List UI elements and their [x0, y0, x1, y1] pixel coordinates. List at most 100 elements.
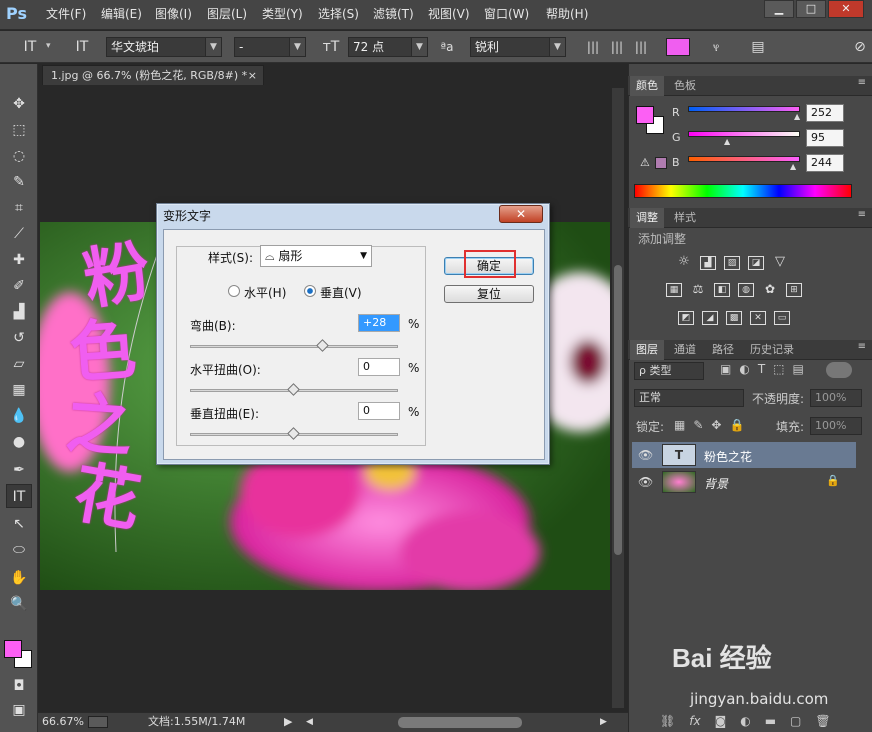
- tab-color[interactable]: 颜色: [630, 76, 664, 96]
- horizontal-radio[interactable]: [228, 285, 240, 297]
- g-slider[interactable]: [688, 131, 800, 137]
- layer-row-background[interactable]: 👁 背景 🔒: [632, 469, 856, 495]
- color-lookup-icon[interactable]: ⊞: [786, 283, 802, 297]
- foreground-color-swatch[interactable]: [4, 640, 22, 658]
- reset-button[interactable]: 复位: [444, 285, 534, 303]
- menu-image[interactable]: 图像(I): [155, 0, 192, 30]
- fill-field[interactable]: 100%: [810, 417, 862, 435]
- new-layer-icon[interactable]: ▢: [790, 714, 801, 728]
- pen-tool-icon[interactable]: ✒: [6, 458, 32, 482]
- color-balance-icon[interactable]: ⚖: [690, 283, 706, 297]
- layer-row-text[interactable]: 👁 T 粉色之花: [632, 442, 856, 468]
- b-value-field[interactable]: 244: [806, 154, 844, 172]
- b-slider[interactable]: [688, 156, 800, 162]
- r-value-field[interactable]: 252: [806, 104, 844, 122]
- tab-swatches[interactable]: 色板: [668, 76, 702, 96]
- g-value-field[interactable]: 95: [806, 129, 844, 147]
- style-select[interactable]: ⌓ 扇形 ▼: [260, 245, 372, 267]
- menu-edit[interactable]: 编辑(E): [101, 0, 142, 30]
- scroll-left-icon[interactable]: ◀: [306, 713, 313, 731]
- lock-transparent-icon[interactable]: ▦: [674, 418, 685, 432]
- gradient-map-icon[interactable]: ▭: [774, 311, 790, 325]
- antialias-select[interactable]: 锐利 ▼: [470, 37, 566, 57]
- panel-menu-icon[interactable]: ≡: [858, 209, 866, 220]
- text-color-swatch[interactable]: [666, 38, 690, 56]
- tab-paths[interactable]: 路径: [706, 340, 740, 360]
- selective-color-icon[interactable]: ✕: [750, 311, 766, 325]
- visibility-eye-icon[interactable]: 👁: [638, 448, 653, 462]
- menu-file[interactable]: 文件(F): [46, 0, 86, 30]
- vertical-scroll-thumb[interactable]: [614, 265, 622, 555]
- screen-mode-icon[interactable]: ▣: [6, 698, 32, 722]
- link-icon[interactable]: ⛓: [660, 714, 675, 728]
- lock-pixels-icon[interactable]: ✎: [693, 418, 703, 432]
- layer-filter-select[interactable]: ρ 类型: [634, 362, 704, 380]
- type-tool-icon[interactable]: IT: [6, 484, 32, 508]
- filter-smart-icon[interactable]: ▤: [793, 362, 804, 376]
- path-select-tool-icon[interactable]: ↖: [6, 512, 32, 536]
- b-slider-thumb[interactable]: ▲: [790, 162, 796, 171]
- folder-icon[interactable]: ▬: [765, 714, 776, 728]
- photo-filter-icon[interactable]: ◍: [738, 283, 754, 297]
- status-options-icon[interactable]: [88, 716, 108, 728]
- ellipse-tool-icon[interactable]: ⬭: [6, 538, 32, 562]
- dialog-close-button[interactable]: ✕: [499, 205, 543, 223]
- move-tool-icon[interactable]: ✥: [6, 92, 32, 116]
- adjustment-icon[interactable]: ◐: [740, 714, 750, 728]
- mask-icon[interactable]: ◙: [715, 714, 727, 728]
- filter-type-icon[interactable]: T: [758, 362, 765, 376]
- quick-mask-icon[interactable]: ◘: [6, 674, 32, 698]
- opacity-field[interactable]: 100%: [810, 389, 862, 407]
- gradient-tool-icon[interactable]: ▦: [6, 378, 32, 402]
- layer-name[interactable]: 背景: [704, 475, 728, 492]
- bend-field[interactable]: +28: [358, 314, 400, 332]
- maximize-button[interactable]: □: [796, 0, 826, 18]
- menu-window[interactable]: 窗口(W): [484, 0, 529, 30]
- filter-pixel-icon[interactable]: ▣: [720, 362, 731, 376]
- menu-type[interactable]: 类型(Y): [262, 0, 303, 30]
- tab-layers[interactable]: 图层: [630, 340, 664, 360]
- trash-icon[interactable]: 🗑: [815, 714, 830, 728]
- font-size-select[interactable]: 72 点 ▼: [348, 37, 428, 57]
- curves-icon[interactable]: ▨: [724, 256, 740, 270]
- lock-all-icon[interactable]: 🔒: [729, 418, 744, 432]
- vertical-distort-field[interactable]: 0: [358, 402, 400, 420]
- menu-help[interactable]: 帮助(H): [546, 0, 588, 30]
- text-orientation-icon[interactable]: IT: [70, 36, 94, 58]
- align-center-icon[interactable]: |||: [606, 36, 628, 58]
- horizontal-distort-field[interactable]: 0: [358, 358, 400, 376]
- type-tool-preset-icon[interactable]: IT: [18, 36, 42, 58]
- color-spectrum-ramp[interactable]: [634, 184, 852, 198]
- minimize-button[interactable]: ▁: [764, 0, 794, 18]
- font-family-select[interactable]: 华文琥珀 ▼: [106, 37, 222, 57]
- filter-shape-icon[interactable]: ⬚: [773, 362, 784, 376]
- tab-channels[interactable]: 通道: [668, 340, 702, 360]
- g-slider-thumb[interactable]: ▲: [724, 137, 730, 146]
- hue-saturation-icon[interactable]: ▦: [666, 283, 682, 297]
- crop-tool-icon[interactable]: ⌗: [6, 196, 32, 220]
- panel-menu-icon[interactable]: ≡: [858, 341, 866, 352]
- font-style-select[interactable]: - ▼: [234, 37, 306, 57]
- tab-styles[interactable]: 样式: [668, 208, 702, 228]
- eyedropper-tool-icon[interactable]: ⟋: [6, 222, 32, 246]
- brightness-icon[interactable]: ☼: [676, 255, 692, 270]
- vertical-radio[interactable]: [304, 285, 316, 297]
- align-right-icon[interactable]: |||: [630, 36, 652, 58]
- tab-history[interactable]: 历史记录: [744, 340, 800, 360]
- warp-text-icon[interactable]: ⳡ: [704, 36, 728, 58]
- lock-position-icon[interactable]: ✥: [711, 418, 721, 432]
- channel-mixer-icon[interactable]: ✿: [762, 283, 778, 297]
- chevron-down-icon[interactable]: ▾: [46, 41, 51, 51]
- bend-slider-track[interactable]: [190, 345, 398, 348]
- posterize-icon[interactable]: ◢: [702, 311, 718, 325]
- close-tab-icon[interactable]: ×: [248, 66, 257, 86]
- document-tab[interactable]: 1.jpg @ 66.7% (粉色之花, RGB/8#) * ×: [42, 65, 264, 85]
- marquee-tool-icon[interactable]: ⬚: [6, 118, 32, 142]
- dodge-tool-icon[interactable]: ●: [6, 430, 32, 454]
- lasso-tool-icon[interactable]: ◌: [6, 144, 32, 168]
- black-white-icon[interactable]: ◧: [714, 283, 730, 297]
- zoom-tool-icon[interactable]: 🔍: [6, 592, 32, 616]
- color-panel-foreground-swatch[interactable]: [636, 106, 654, 124]
- zoom-level[interactable]: 66.67%: [42, 713, 84, 731]
- character-panel-icon[interactable]: ▤: [746, 36, 770, 58]
